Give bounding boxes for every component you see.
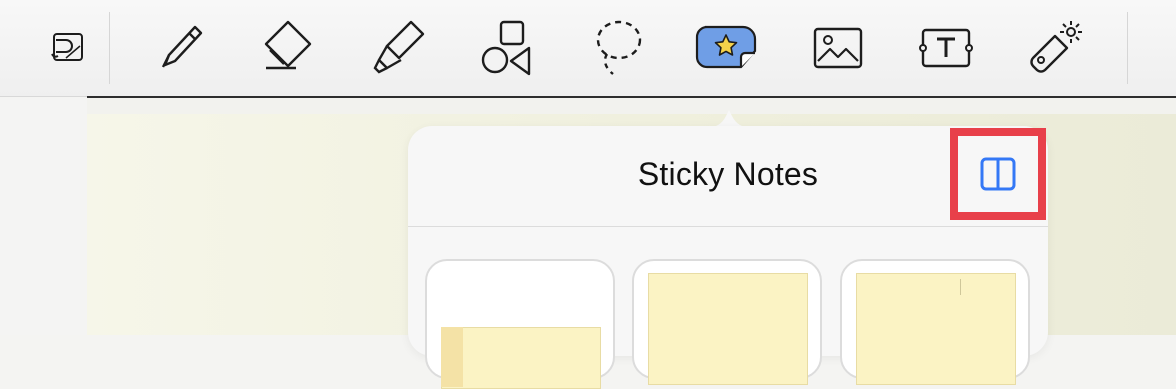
popover-arrow bbox=[706, 110, 752, 128]
sticky-note-template[interactable] bbox=[425, 259, 615, 389]
split-view-button[interactable] bbox=[950, 128, 1046, 220]
popover-header: Sticky Notes bbox=[408, 126, 1048, 226]
toolbar-border bbox=[0, 96, 87, 97]
highlighter-icon bbox=[373, 20, 425, 74]
highlighter-tool[interactable] bbox=[366, 18, 430, 78]
read-only-mode-icon bbox=[51, 33, 83, 61]
split-view-icon bbox=[980, 157, 1016, 191]
laser-pointer-tool[interactable] bbox=[1024, 18, 1088, 78]
pen-icon bbox=[161, 25, 203, 68]
eraser-icon bbox=[264, 20, 312, 70]
image-tool[interactable] bbox=[806, 18, 870, 78]
image-icon bbox=[813, 27, 863, 69]
laser-pointer-icon bbox=[1030, 21, 1082, 73]
shapes-tool[interactable] bbox=[476, 18, 540, 78]
sticky-note-preview bbox=[856, 273, 1016, 385]
shapes-icon bbox=[481, 20, 531, 76]
sticky-note-tool[interactable] bbox=[695, 18, 759, 78]
popover-divider bbox=[408, 226, 1048, 227]
eraser-tool[interactable] bbox=[257, 18, 321, 78]
lasso-tool[interactable] bbox=[586, 18, 650, 78]
page-margin bbox=[0, 98, 87, 335]
sticky-note-preview-tab bbox=[441, 327, 463, 387]
page-top-gap bbox=[87, 98, 1176, 114]
text-icon bbox=[919, 28, 973, 68]
sticky-notes-popover: Sticky Notes bbox=[408, 126, 1048, 389]
toolbar-divider bbox=[109, 12, 110, 84]
sticky-note-icon bbox=[695, 25, 757, 69]
read-only-mode-button[interactable] bbox=[34, 18, 98, 78]
text-tool[interactable] bbox=[914, 18, 978, 78]
sticky-note-preview-mark bbox=[960, 279, 961, 295]
pen-tool[interactable] bbox=[148, 18, 212, 78]
sticky-note-template[interactable] bbox=[840, 259, 1030, 385]
sticky-note-preview bbox=[648, 273, 808, 385]
sticky-note-preview bbox=[441, 327, 601, 389]
toolbar-divider bbox=[1127, 12, 1128, 84]
sticky-note-template[interactable] bbox=[632, 259, 822, 385]
lasso-icon bbox=[596, 20, 642, 75]
toolbar bbox=[0, 0, 1176, 96]
